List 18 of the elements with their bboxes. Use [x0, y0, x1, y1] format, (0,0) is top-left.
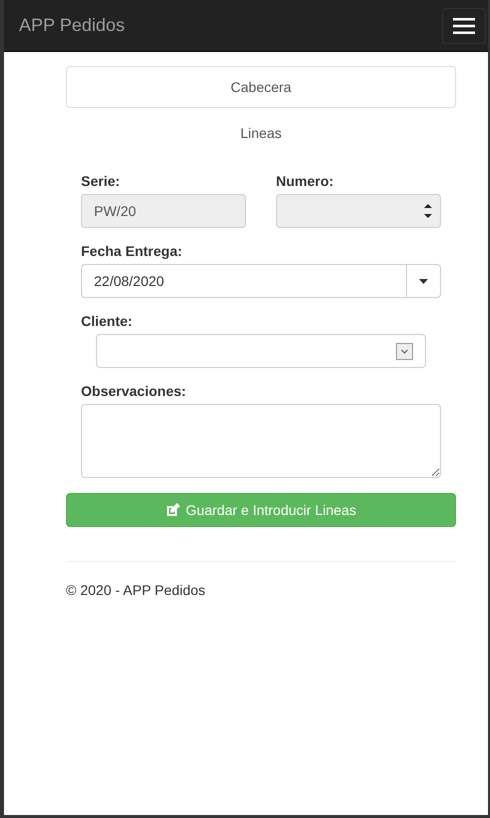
observaciones-field[interactable]: [81, 404, 441, 478]
spinner-icon: [424, 204, 432, 218]
field-label: Observaciones:: [81, 383, 188, 399]
edit-icon: [166, 503, 180, 517]
menu-icon: [453, 18, 475, 34]
field-label: Cliente:: [81, 313, 134, 329]
field-label: Serie:: [81, 173, 121, 189]
tab[interactable]: Cabecera: [66, 66, 456, 108]
date-dropdown-button[interactable]: [407, 264, 441, 298]
date-field[interactable]: 22/08/2020: [81, 264, 407, 298]
cliente-select[interactable]: [96, 334, 426, 368]
app-brand[interactable]: APP Pedidos: [19, 15, 125, 36]
tab[interactable]: Lineas: [66, 112, 456, 154]
menu-button[interactable]: [442, 8, 486, 44]
field-label: Fecha Entrega:: [81, 243, 184, 259]
footer-text: © 2020 - APP Pedidos: [66, 582, 206, 598]
field-label: Numero:: [276, 173, 335, 189]
caret-icon: [419, 278, 428, 284]
